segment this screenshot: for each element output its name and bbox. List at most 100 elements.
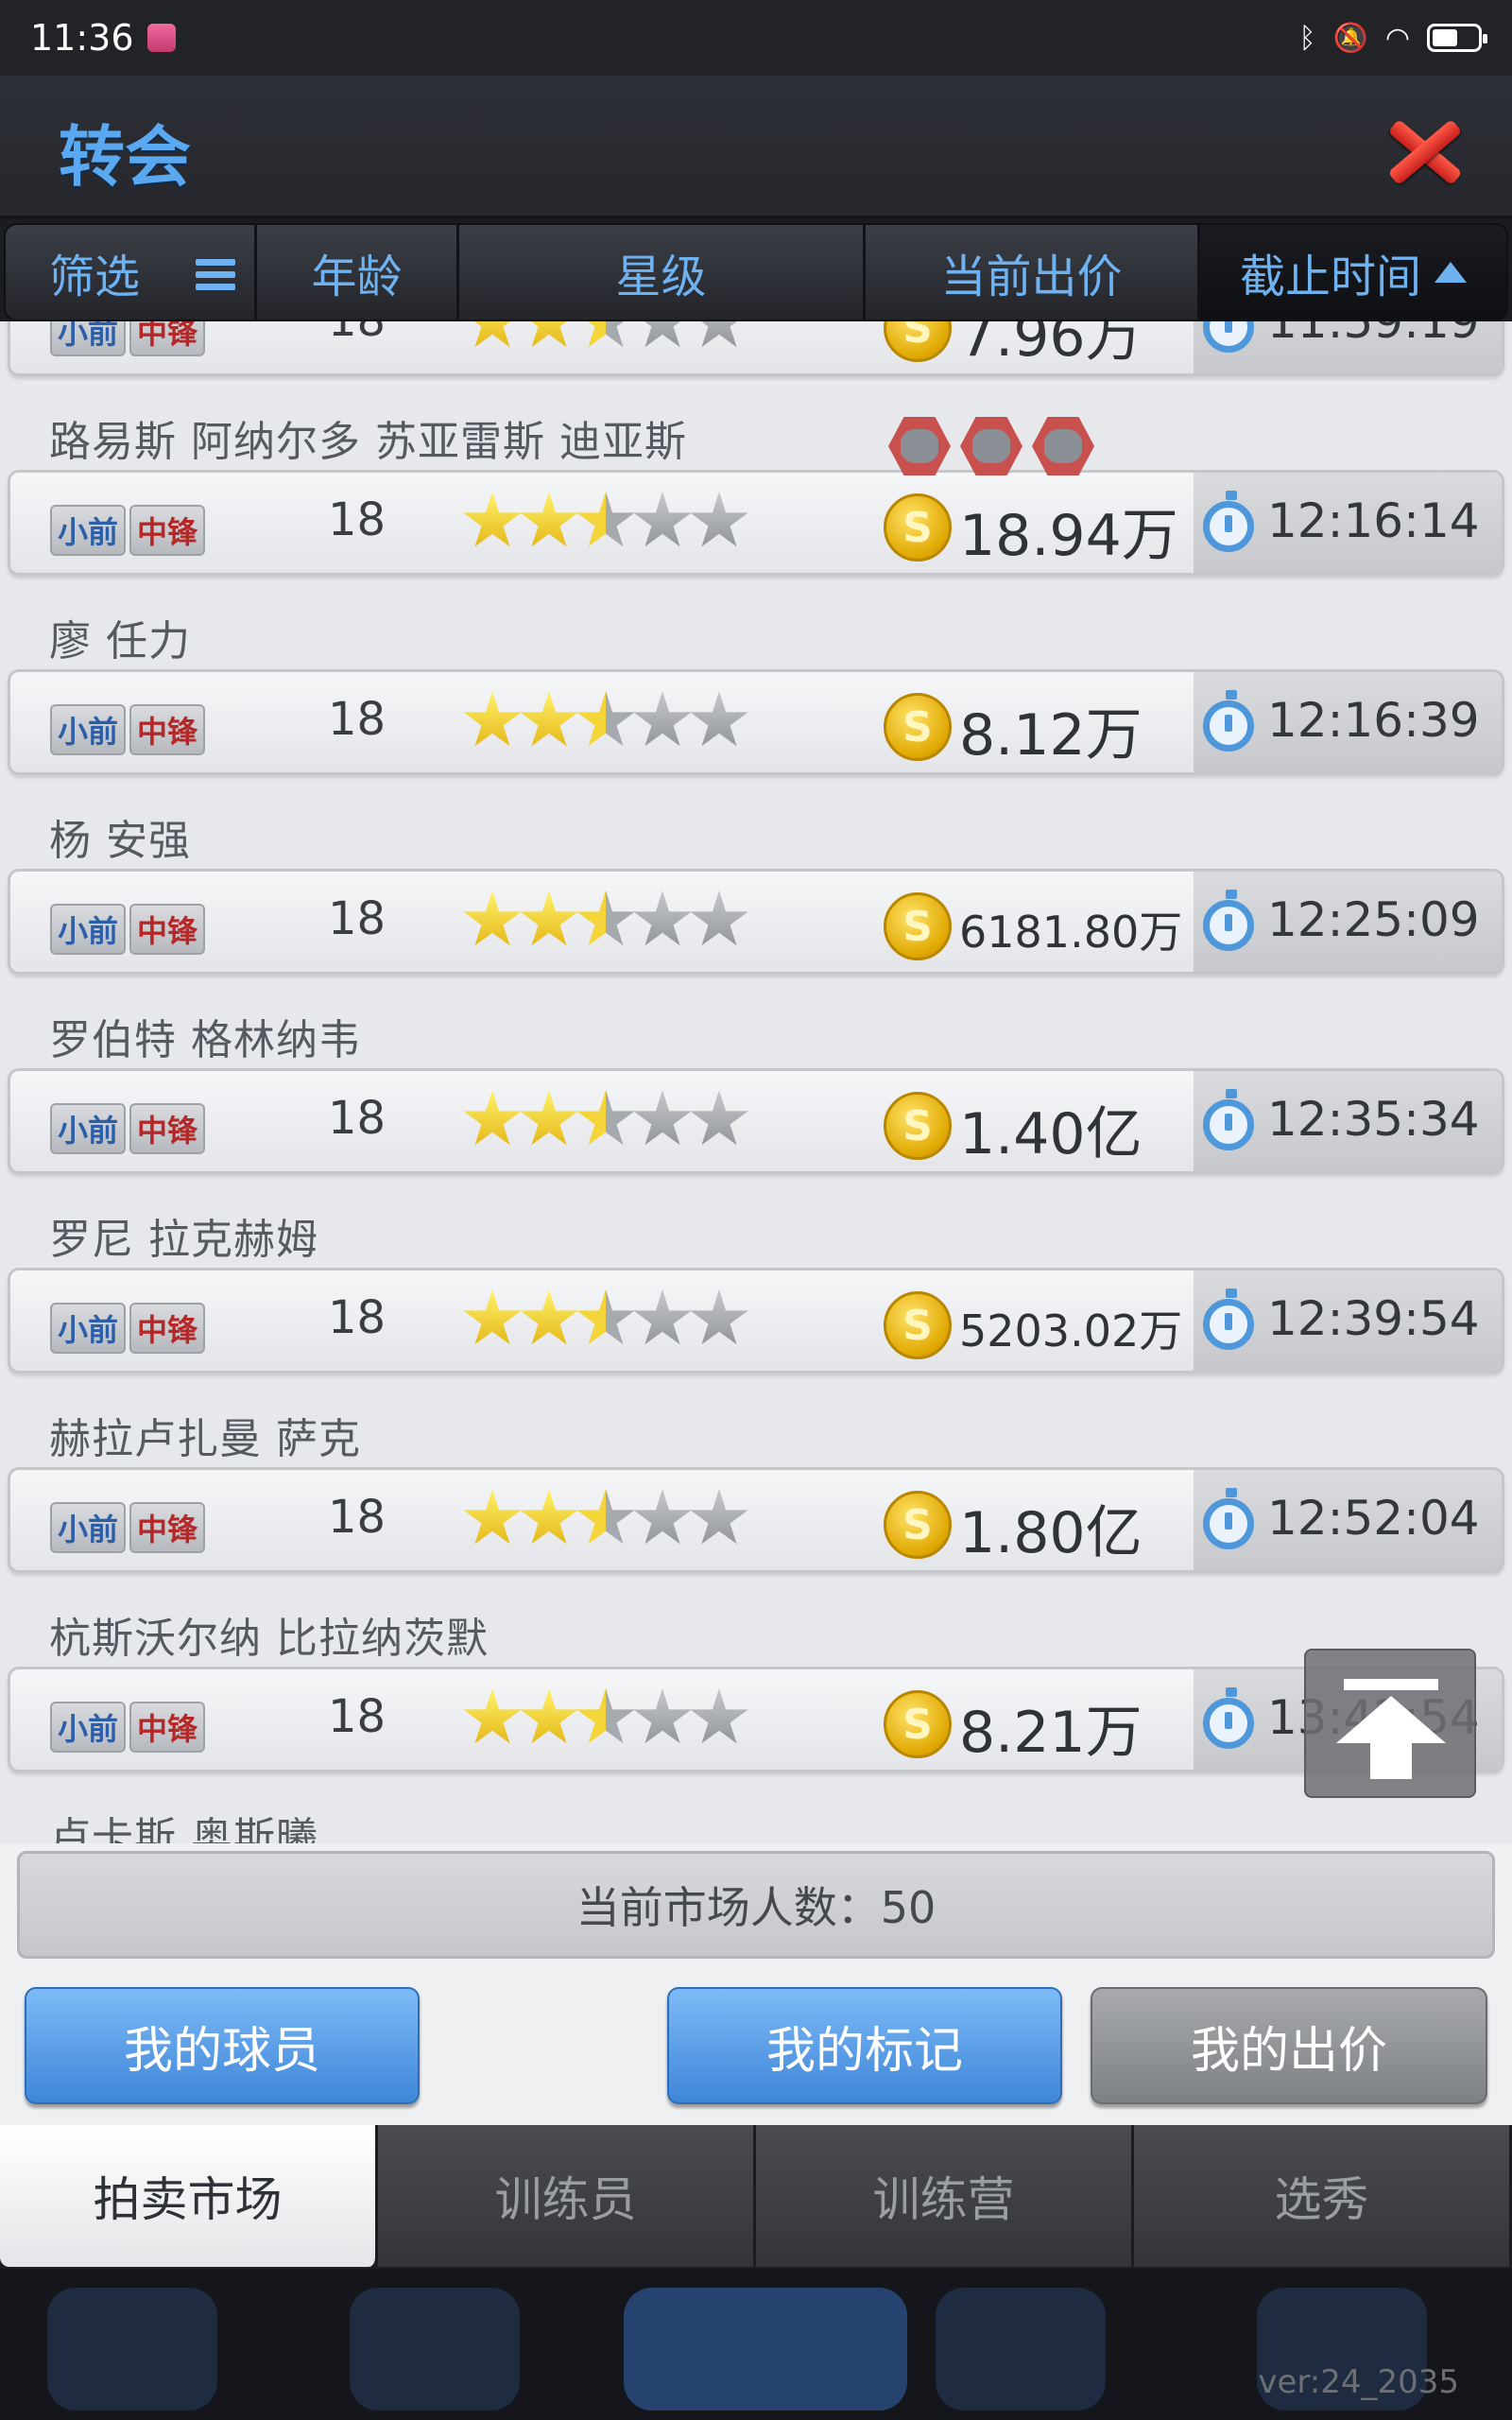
star-icon — [576, 492, 635, 547]
player-row[interactable]: 小前 中锋 18 S 18.94万 12:16:14 — [8, 470, 1504, 576]
player-item[interactable]: 小前 中锋 18 S 7.96万 11:59:19 — [8, 321, 1512, 388]
sort-stars[interactable]: 星级 — [459, 225, 866, 320]
deadline-box: 12:52:04 — [1194, 1470, 1502, 1570]
skill-badge-icon[interactable] — [1032, 417, 1094, 475]
player-item[interactable]: 杭斯沃尔纳 比拉纳茨默 小前 中锋 18 S 8.21万 13:42:54 — [8, 1591, 1512, 1784]
player-item[interactable]: 罗尼 拉克赫姆 小前 中锋 18 S 5203.02万 12:39:54 — [8, 1192, 1512, 1385]
player-row[interactable]: 小前 中锋 18 S 5203.02万 12:39:54 — [8, 1268, 1504, 1374]
sort-current-bid[interactable]: 当前出价 — [866, 225, 1200, 320]
player-item[interactable]: 路易斯 阿纳尔多 苏亚雷斯 迪亚斯 小前 中锋 18 S 18.94万 12:1… — [8, 394, 1512, 587]
star-rating — [462, 1289, 748, 1350]
stopwatch-icon — [1203, 1288, 1254, 1350]
tab-draft[interactable]: 选秀 — [1134, 2125, 1512, 2267]
tab-trainers[interactable]: 训练员 — [378, 2125, 756, 2267]
position-tags: 小前 中锋 — [50, 704, 206, 755]
player-age: 18 — [328, 1291, 387, 1344]
skill-badge-icon[interactable] — [960, 417, 1022, 475]
my-bids-button[interactable]: 我的出价 — [1091, 1987, 1487, 2104]
sort-ascending-icon — [1435, 262, 1467, 283]
deadline-time: 12:16:39 — [1267, 693, 1480, 748]
status-icons: ᛒ 🔕 ◠ — [1298, 22, 1487, 55]
bg-nav-icon — [47, 2288, 217, 2411]
deadline-box: 12:16:39 — [1194, 672, 1502, 772]
position-tag-c: 中锋 — [129, 1103, 206, 1154]
player-row[interactable]: 小前 中锋 18 S 7.96万 11:59:19 — [8, 321, 1504, 376]
page-title: 转会 — [59, 118, 191, 196]
coin-icon: S — [884, 493, 952, 562]
market-count: 当前市场人数：50 — [17, 1851, 1495, 1959]
star-icon — [576, 691, 635, 747]
stopwatch-icon — [1203, 491, 1254, 552]
stopwatch-icon — [1203, 321, 1254, 353]
stopwatch-icon — [1203, 1089, 1254, 1150]
player-list[interactable]: 小前 中锋 18 S 7.96万 11:59:19 路易斯 阿纳尔多 苏亚雷斯 … — [0, 321, 1512, 1843]
star-rating — [462, 492, 748, 552]
star-icon — [633, 1289, 692, 1345]
deadline-box: 12:25:09 — [1194, 872, 1502, 972]
player-name: 杭斯沃尔纳 比拉纳茨默 — [49, 1615, 489, 1663]
star-icon — [520, 1688, 578, 1744]
version-label: ver:24_2035 — [1258, 2363, 1459, 2401]
stopwatch-icon — [1203, 1488, 1254, 1549]
star-rating — [462, 1489, 748, 1549]
stopwatch-icon — [1203, 890, 1254, 951]
tab-training-camp[interactable]: 训练营 — [756, 2125, 1134, 2267]
player-row[interactable]: 小前 中锋 18 S 6181.80万 12:25:09 — [8, 869, 1504, 975]
menu-lines-icon — [196, 259, 235, 291]
star-icon — [520, 321, 578, 348]
player-item[interactable]: 杨 安强 小前 中锋 18 S 6181.80万 12:25:09 — [8, 793, 1512, 986]
star-icon — [633, 1090, 692, 1146]
position-tag-sf: 小前 — [50, 1103, 127, 1154]
deadline-box: 12:35:34 — [1194, 1071, 1502, 1171]
sort-age[interactable]: 年龄 — [257, 225, 459, 320]
player-row[interactable]: 小前 中锋 18 S 8.12万 12:16:39 — [8, 669, 1504, 775]
my-marks-button[interactable]: 我的标记 — [667, 1987, 1062, 2104]
deadline-time: 12:35:34 — [1267, 1092, 1480, 1147]
player-row[interactable]: 小前 中锋 18 S 8.21万 13:42:54 — [8, 1667, 1504, 1772]
star-icon — [520, 1489, 578, 1545]
player-age: 18 — [328, 892, 387, 945]
bg-nav-icon — [350, 2288, 520, 2411]
bottom-tabs: 拍卖市场 训练员 训练营 选秀 — [0, 2125, 1512, 2269]
deadline-time: 11:59:19 — [1267, 321, 1480, 349]
star-icon — [576, 321, 635, 348]
coin-icon: S — [884, 1291, 952, 1359]
coin-icon: S — [884, 321, 952, 362]
player-list-inner: 小前 中锋 18 S 7.96万 11:59:19 路易斯 阿纳尔多 苏亚雷斯 … — [0, 321, 1512, 1843]
sort-deadline[interactable]: 截止时间 — [1200, 225, 1506, 320]
position-tag-c: 中锋 — [129, 704, 206, 755]
star-icon — [576, 1688, 635, 1744]
filter-button[interactable]: 筛选 — [6, 225, 257, 320]
player-row[interactable]: 小前 中锋 18 S 1.80亿 12:52:04 — [8, 1467, 1504, 1573]
position-tag-sf: 小前 — [50, 1303, 127, 1354]
current-price: 5203.02万 — [959, 1305, 1183, 1357]
star-rating — [462, 890, 748, 951]
player-item[interactable]: 赫拉卢扎曼 萨克 小前 中锋 18 S 1.80亿 12:52:04 — [8, 1392, 1512, 1584]
position-tag-sf: 小前 — [50, 1702, 127, 1753]
star-icon — [463, 890, 522, 946]
star-icon — [633, 321, 692, 348]
coin-icon: S — [884, 1092, 952, 1160]
player-name: 杨 安强 — [49, 817, 191, 865]
player-item[interactable]: 廖 任力 小前 中锋 18 S 8.12万 12:16:39 — [8, 594, 1512, 786]
star-icon — [633, 1688, 692, 1744]
close-button[interactable] — [1382, 113, 1467, 189]
position-tags: 小前 中锋 — [50, 904, 206, 955]
player-item[interactable]: 卢卡斯 奥斯曦 S — [8, 1790, 1512, 1843]
tab-auction-market[interactable]: 拍卖市场 — [0, 2125, 378, 2267]
deadline-box: 12:39:54 — [1194, 1270, 1502, 1371]
star-icon — [576, 1489, 635, 1545]
star-icon — [463, 691, 522, 747]
star-icon — [690, 321, 748, 348]
deadline-box: 11:59:19 — [1194, 321, 1502, 373]
star-icon — [633, 492, 692, 547]
my-players-button[interactable]: 我的球员 — [25, 1987, 420, 2104]
skill-badge-icon[interactable] — [888, 417, 951, 475]
skill-badges — [888, 417, 1094, 475]
player-age: 18 — [328, 321, 386, 347]
player-row[interactable]: 小前 中锋 18 S 1.40亿 12:35:34 — [8, 1068, 1504, 1174]
player-item[interactable]: 罗伯特 格林纳韦 小前 中锋 18 S 1.40亿 12:35:34 — [8, 993, 1512, 1185]
back-to-top-button[interactable] — [1304, 1649, 1476, 1798]
bg-nav-icon — [624, 2288, 907, 2411]
player-name: 罗尼 拉克赫姆 — [49, 1216, 318, 1264]
